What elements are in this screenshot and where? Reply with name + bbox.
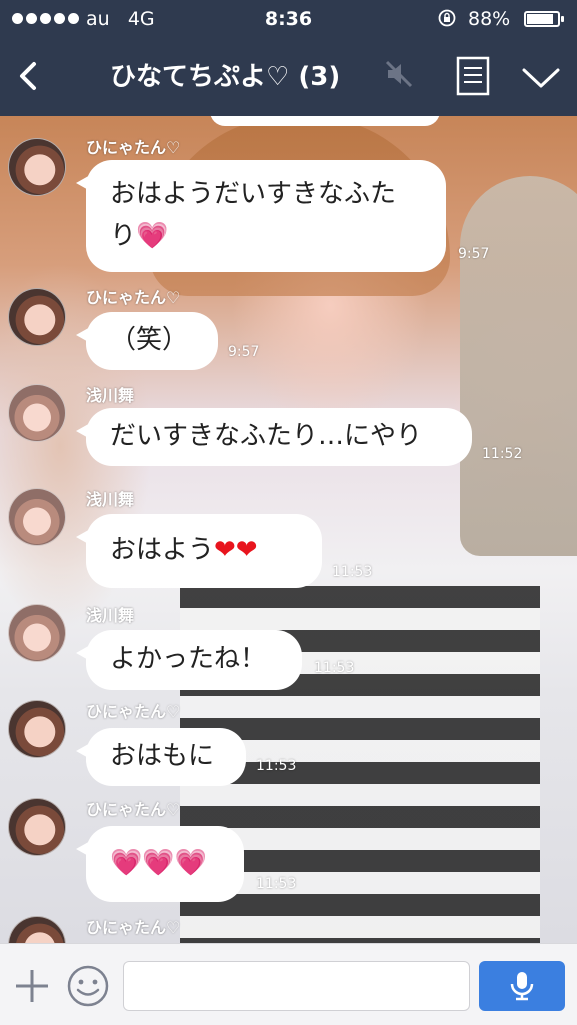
chat-header: ひなてちぷよ♡ (3) [0,40,577,116]
message-bubble[interactable]: おはよう❤❤ [76,514,322,588]
message-text: おはもに [110,741,215,772]
sender-name: ひにゃたん♡ [86,702,181,721]
timestamp: 11:52 [482,446,523,462]
heart-emoji: ❤❤ [214,535,258,566]
speaker-muted-icon [385,60,413,88]
timestamp: 11:53 [314,660,355,676]
sender-name: 浅川舞 [86,606,135,625]
heart-emoji: 💗 [136,221,169,251]
sender-name: ひにゃたん♡ [86,288,181,307]
avatar[interactable] [8,138,66,196]
message-text: だいすきなふたり…にやり [110,421,423,452]
back-icon[interactable] [10,56,50,96]
message-bubble[interactable]: よかったね！ [76,630,302,690]
voice-message-button[interactable] [479,961,565,1011]
timestamp: 11:53 [256,876,297,892]
timestamp: 9:57 [228,344,260,360]
message-bubble[interactable]: 💗💗💗 [76,826,244,902]
chat-background[interactable]: ひにゃたん♡ おはようだいすきなふた り💗 9:57 ひにゃたん♡ （笑） 9:… [0,116,577,943]
smile-icon[interactable] [66,964,110,1008]
chevron-down-icon[interactable] [520,62,562,92]
sender-name: 浅川舞 [86,386,135,405]
background-photo-detail [460,176,577,556]
avatar[interactable] [8,916,66,943]
avatar[interactable] [8,604,66,662]
message-bubble[interactable]: おはようだいすきなふた り💗 [76,160,446,272]
battery-icon [524,11,564,27]
sender-name: ひにゃたん♡ [86,800,181,819]
avatar[interactable] [8,384,66,442]
note-icon[interactable] [456,56,490,96]
sender-name: ひにゃたん♡ [86,138,181,157]
message-text: おはよう [110,535,215,566]
plus-icon[interactable] [12,966,52,1006]
sender-name: 浅川舞 [86,490,135,509]
message-bubble[interactable]: （笑） [76,312,218,370]
message-input-bar [0,943,577,1025]
sender-name: ひにゃたん♡ [86,918,181,937]
message-text: よかったね！ [110,644,267,675]
message-bubble[interactable]: だいすきなふたり…にやり [76,408,472,466]
timestamp: 11:53 [332,564,373,580]
timestamp: 9:57 [458,246,490,262]
heart-emoji: 💗💗💗 [110,848,208,879]
message-input[interactable] [123,961,470,1011]
status-bar: au 4G 8:36 88% [0,0,577,40]
microphone-icon [510,972,534,1001]
avatar[interactable] [8,488,66,546]
battery-percent: 88% [468,8,511,30]
rotation-lock-icon [438,9,456,27]
avatar[interactable] [8,798,66,856]
avatar[interactable] [8,288,66,346]
previous-message-bubble [210,116,440,126]
message-bubble[interactable]: おはもに [76,728,246,786]
timestamp: 11:53 [256,758,297,774]
chat-title: ひなてちぷよ♡ (3) [110,62,341,92]
message-text: （笑） [110,325,189,356]
avatar[interactable] [8,700,66,758]
